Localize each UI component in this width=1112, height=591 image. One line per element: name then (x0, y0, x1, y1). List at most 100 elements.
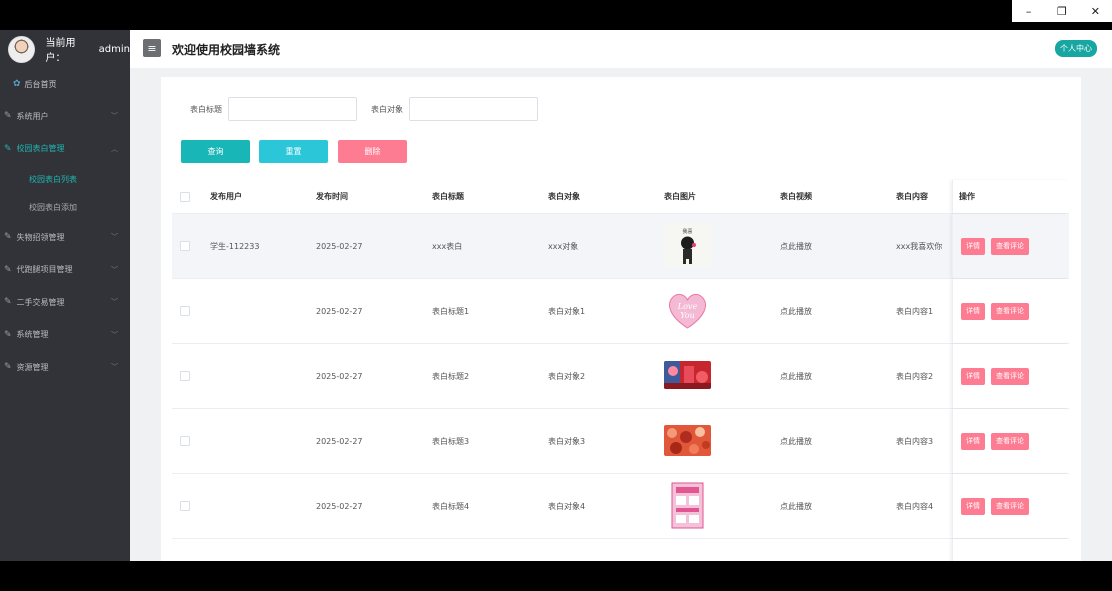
sidebar-item-errands[interactable]: ✎ 代跑腿项目管理 ﹀ (0, 254, 130, 287)
edit-icon: ✎ (4, 329, 12, 340)
header-target: 表白对象 (548, 192, 580, 201)
menu-toggle-button[interactable]: ≡ (143, 39, 161, 57)
close-icon[interactable]: ✕ (1079, 0, 1112, 22)
minimize-icon[interactable]: – (1012, 0, 1045, 22)
cell-image[interactable] (662, 545, 778, 561)
top-header: ≡ 欢迎使用校园墙系统 个人中心 (130, 30, 1112, 68)
cell-image[interactable]: 我喜 (662, 223, 778, 269)
view-comments-button[interactable]: 查看评论 (991, 237, 1029, 255)
table-header: 发布用户 发布时间 表白标题 表白对象 表白图片 表白视频 表白内容 操作 (172, 180, 1069, 214)
cell-op: 详情 查看评论 (952, 474, 1069, 538)
sidebar-subitem-confession-list[interactable]: 校园表白列表 (0, 165, 130, 193)
view-comments-button[interactable]: 查看评论 (991, 302, 1029, 320)
content-card: 表白标题 表白对象 查询 重置 删除 发布用户 发布时间 表白标题 表白对象 表… (161, 77, 1081, 561)
edit-icon: ✎ (4, 264, 12, 275)
cell-target: 表白对象4 (548, 501, 586, 511)
sidebar-item-system[interactable]: ✎ 系统管理 ﹀ (0, 319, 130, 352)
cell-time: 2025-02-27 (316, 436, 363, 446)
header-image: 表白图片 (664, 192, 696, 201)
cell-target: 表白对象3 (548, 436, 586, 446)
header-time: 发布时间 (316, 192, 348, 201)
sidebar-item-resources[interactable]: ✎ 资源管理 ﹀ (0, 351, 130, 384)
target-search-input[interactable] (409, 97, 538, 121)
window-controls: – ❐ ✕ (1012, 0, 1112, 22)
sidebar-item-secondhand[interactable]: ✎ 二手交易管理 ﹀ (0, 286, 130, 319)
reset-button[interactable]: 重置 (259, 140, 328, 163)
select-all-checkbox[interactable] (180, 191, 190, 202)
table-row: 学生-112233 2025-02-27 xxx表白 xxx对象 我喜 点此播放 xxx我喜… (172, 214, 1069, 279)
detail-button[interactable]: 详情 (961, 302, 985, 320)
cell-image[interactable] (662, 361, 778, 391)
cell-user: 学生-112233 (210, 241, 260, 251)
app-window: 当前用户： admin ✿ 后台首页 ✎ 系统用户 ﹀ ✎ 校园表白管理 ︿ 校… (0, 30, 1112, 561)
confession-table: 发布用户 发布时间 表白标题 表白对象 表白图片 表白视频 表白内容 操作 学生… (172, 180, 1069, 561)
row-checkbox[interactable] (180, 501, 190, 511)
profile-button[interactable]: 个人中心 (1055, 40, 1097, 57)
header-content: 表白内容 (896, 192, 928, 201)
window-bottom-bar (0, 561, 1112, 591)
delete-button[interactable]: 删除 (338, 140, 407, 163)
detail-button[interactable]: 详情 (961, 367, 985, 385)
user-box: 当前用户： admin (0, 30, 130, 68)
sidebar-item-label: 代跑腿项目管理 (16, 265, 73, 275)
query-button[interactable]: 查询 (181, 140, 250, 163)
chevron-down-icon: ﹀ (111, 112, 118, 121)
row-checkbox[interactable] (180, 306, 190, 316)
title-search-input[interactable] (228, 97, 357, 121)
row-checkbox[interactable] (180, 436, 190, 446)
header-title: 表白标题 (432, 192, 464, 201)
view-comments-button[interactable]: 查看评论 (991, 367, 1029, 385)
view-comments-button[interactable]: 查看评论 (991, 497, 1029, 515)
cell-image[interactable] (662, 424, 778, 458)
cell-title: xxx表白 (432, 241, 463, 251)
cell-content: 表白内容2 (896, 371, 934, 381)
user-name: admin (98, 43, 130, 55)
table-body: 学生-112233 2025-02-27 xxx表白 xxx对象 我喜 点此播放 xxx我喜… (172, 214, 1069, 561)
search-row: 表白标题 表白对象 (190, 97, 552, 121)
detail-button[interactable]: 详情 (961, 237, 985, 255)
row-checkbox[interactable] (180, 241, 190, 251)
cell-video-link[interactable]: 点此播放 (778, 436, 894, 447)
sidebar-item-confession[interactable]: ✎ 校园表白管理 ︿ (0, 133, 130, 166)
table-row: 2025-02-27 表白标题3 表白对象3 点此播放 表白内容3 详情 查看评论 (172, 409, 1069, 474)
header-op: 操作 (952, 180, 1069, 213)
cell-video-link[interactable]: 点此播放 (778, 241, 894, 252)
sidebar-subitem-confession-add[interactable]: 校园表白添加 (0, 193, 130, 221)
sidebar-item-label: 系统管理 (16, 330, 49, 340)
svg-text:Love: Love (677, 302, 698, 311)
cell-target: 表白对象2 (548, 371, 586, 381)
chevron-down-icon: ﹀ (111, 330, 118, 339)
table-row: 2025-02-27 表白标题4 表白对象4 点此播放 表白内容4 详情 查看评论 (172, 474, 1069, 539)
target-search-label: 表白对象 (371, 104, 403, 114)
detail-button[interactable]: 详情 (961, 497, 985, 515)
page-title: 欢迎使用校园墙系统 (172, 43, 281, 57)
cell-time: 2025-02-27 (316, 371, 363, 381)
restore-icon[interactable]: ❐ (1045, 0, 1078, 22)
chevron-down-icon: ﹀ (111, 233, 118, 242)
chevron-up-icon: ︿ (111, 144, 118, 153)
cell-time: 2025-02-27 (316, 241, 363, 251)
cell-content: xxx我喜欢你 (896, 241, 943, 251)
detail-button[interactable]: 详情 (961, 432, 985, 450)
sidebar-item-lost-found[interactable]: ✎ 失物招领管理 ﹀ (0, 221, 130, 254)
sidebar-item-home[interactable]: ✿ 后台首页 (0, 68, 130, 100)
sidebar-item-label: 后台首页 (24, 79, 57, 89)
view-comments-button[interactable]: 查看评论 (991, 432, 1029, 450)
table-row: 2025-02-27 表白标题1 表白对象1 Love You 点此播放 表白内容1 详情 查看… (172, 279, 1069, 344)
table-row: 2025-02-27 表白标题2 表白对象2 点此播放 表白内容2 详情 查看评论 (172, 344, 1069, 409)
gear-icon: ✿ (13, 79, 21, 89)
svg-text:我喜: 我喜 (682, 228, 692, 235)
edit-icon: ✎ (4, 111, 12, 122)
cell-video-link[interactable]: 点此播放 (778, 306, 894, 317)
cell-image[interactable] (662, 481, 778, 531)
header-user: 发布用户 (210, 192, 242, 201)
cell-video-link[interactable]: 点此播放 (778, 371, 894, 382)
cell-title: 表白标题1 (432, 306, 470, 316)
cell-video-link[interactable]: 点此播放 (778, 501, 894, 512)
sidebar-item-label: 失物招领管理 (16, 232, 65, 242)
table-row (172, 539, 1069, 561)
sidebar-item-users[interactable]: ✎ 系统用户 ﹀ (0, 100, 130, 133)
cell-image[interactable]: Love You (662, 288, 778, 334)
row-checkbox[interactable] (180, 371, 190, 381)
cell-content: 表白内容4 (896, 501, 934, 511)
